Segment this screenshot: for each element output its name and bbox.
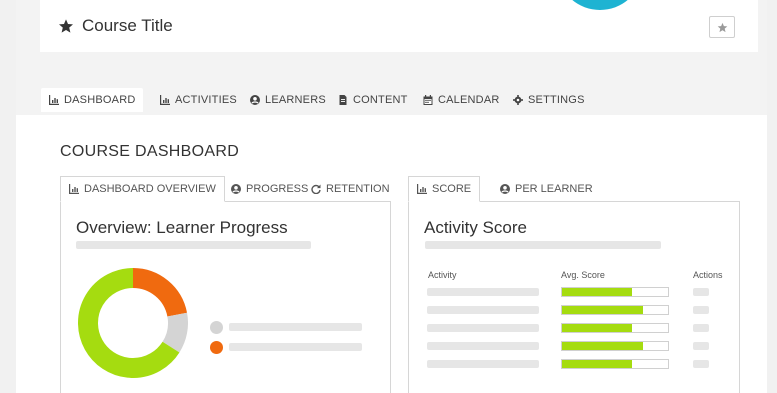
row-action-button[interactable] <box>693 288 709 296</box>
user-icon <box>231 184 241 194</box>
user-icon <box>500 184 510 194</box>
subtab-label: SCORE <box>432 183 472 195</box>
tab-label: CALENDAR <box>438 94 500 106</box>
file-icon <box>339 95 347 105</box>
score-bar <box>561 287 669 297</box>
chart-icon <box>417 184 427 194</box>
activity-name-placeholder <box>427 324 539 332</box>
gear-icon <box>513 95 523 105</box>
score-bar-fill <box>562 306 643 314</box>
tab-dashboard[interactable]: DASHBOARD <box>41 88 144 112</box>
tab-label: CONTENT <box>353 94 408 106</box>
chart-icon <box>160 95 170 105</box>
row-action-button[interactable] <box>693 324 709 332</box>
star-icon <box>717 22 727 32</box>
tab-label: DASHBOARD <box>64 94 136 106</box>
score-bar <box>561 341 669 351</box>
star-icon <box>59 19 73 33</box>
tab-activities[interactable]: ACTIVITIES <box>152 88 245 112</box>
calendar-icon <box>423 95 433 105</box>
tab-per-learner[interactable]: PER LEARNER <box>492 176 601 202</box>
activity-score-panel: Activity Score Activity Avg. Score Actio… <box>408 201 740 393</box>
legend-dot-orange <box>210 341 223 354</box>
legend-dot-gray <box>210 321 223 334</box>
favorite-button[interactable] <box>709 16 735 38</box>
user-icon <box>250 95 260 105</box>
score-bar <box>561 323 669 333</box>
subtab-label: DASHBOARD OVERVIEW <box>84 183 216 195</box>
chart-icon <box>69 184 79 194</box>
row-action-button[interactable] <box>693 342 709 350</box>
legend-label-placeholder <box>229 323 362 331</box>
learner-progress-panel: Overview: Learner Progress <box>60 201 391 393</box>
tab-learners[interactable]: LEARNERS <box>242 88 334 112</box>
column-header-avg-score: Avg. Score <box>561 270 605 280</box>
donut-segment-orange <box>132 268 188 317</box>
tab-retention[interactable]: RETENTION <box>303 176 398 202</box>
tab-content[interactable]: CONTENT <box>330 88 416 112</box>
refresh-icon <box>311 184 321 194</box>
subtab-label: RETENTION <box>326 183 390 195</box>
tab-dashboard-overview[interactable]: DASHBOARD OVERVIEW <box>60 176 225 202</box>
score-bar-fill <box>562 360 632 368</box>
score-bar <box>561 305 669 315</box>
score-bar-fill <box>562 288 632 296</box>
row-action-button[interactable] <box>693 360 709 368</box>
score-bar-fill <box>562 324 632 332</box>
subtab-label: PROGRESS <box>246 183 309 195</box>
course-title-text: Course Title <box>82 16 173 35</box>
course-title: Course Title <box>58 16 173 36</box>
subtitle-placeholder <box>425 241 661 249</box>
course-banner-circle <box>560 0 640 10</box>
course-header: Course Title <box>40 0 758 52</box>
page-title: COURSE DASHBOARD <box>60 143 240 160</box>
progress-donut-chart <box>78 268 188 378</box>
tab-label: LEARNERS <box>265 94 326 106</box>
subtab-label: PER LEARNER <box>515 183 593 195</box>
activity-name-placeholder <box>427 288 539 296</box>
activity-name-placeholder <box>427 342 539 350</box>
score-bar-fill <box>562 342 643 350</box>
column-header-activity: Activity <box>428 270 457 280</box>
panel-title: Overview: Learner Progress <box>76 218 288 237</box>
column-header-actions: Actions <box>693 270 723 280</box>
left-frame <box>0 0 16 393</box>
row-action-button[interactable] <box>693 306 709 314</box>
panel-title: Activity Score <box>424 218 527 237</box>
right-frame <box>767 0 777 393</box>
tab-score[interactable]: SCORE <box>408 176 481 202</box>
tab-label: SETTINGS <box>528 94 585 106</box>
activity-name-placeholder <box>427 306 539 314</box>
tab-label: ACTIVITIES <box>175 94 237 106</box>
legend-label-placeholder <box>229 343 362 351</box>
score-bar <box>561 359 669 369</box>
activity-name-placeholder <box>427 360 539 368</box>
subtitle-placeholder <box>76 241 311 249</box>
donut-segment-gray <box>162 312 188 353</box>
chart-icon <box>49 95 59 105</box>
tab-settings[interactable]: SETTINGS <box>505 88 593 112</box>
tab-calendar[interactable]: CALENDAR <box>415 88 508 112</box>
